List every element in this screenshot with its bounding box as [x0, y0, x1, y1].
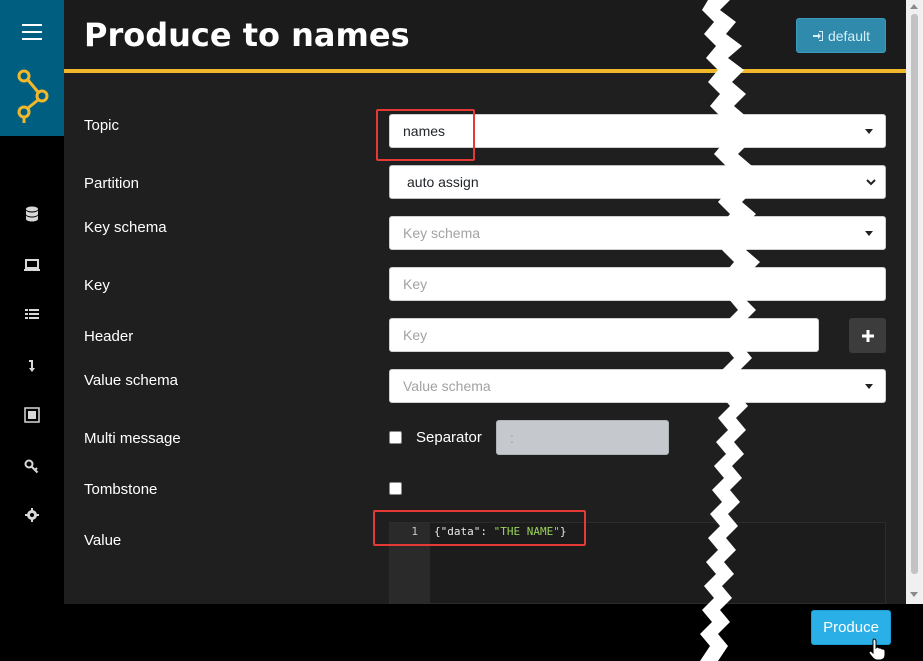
- laptop-icon[interactable]: [22, 256, 42, 276]
- scroll-thumb[interactable]: [911, 14, 918, 574]
- key-input[interactable]: [389, 267, 886, 301]
- hamburger-menu-icon[interactable]: [22, 24, 42, 40]
- sidebar-brand: [0, 0, 64, 136]
- key-label: Key: [84, 277, 110, 294]
- caret-down-icon: [865, 231, 873, 236]
- caret-down-icon: [865, 129, 873, 134]
- value-schema-select[interactable]: Value schema: [389, 369, 886, 403]
- header-label: Header: [84, 328, 134, 345]
- vertical-scrollbar[interactable]: [906, 0, 923, 604]
- key-schema-label: Key schema: [84, 219, 167, 236]
- default-cluster-button[interactable]: default: [796, 18, 886, 53]
- database-icon[interactable]: [22, 205, 42, 225]
- page-title: Produce to names: [84, 16, 410, 54]
- value-schema-placeholder: Value schema: [403, 378, 491, 394]
- chevron-down-icon: [866, 179, 876, 186]
- caret-down-icon: [865, 384, 873, 389]
- schema-icon[interactable]: [22, 405, 42, 425]
- partition-select[interactable]: auto assign: [389, 165, 886, 199]
- add-header-button[interactable]: [849, 318, 886, 353]
- list-icon[interactable]: [22, 305, 42, 325]
- separator-input[interactable]: :: [496, 420, 669, 455]
- key-icon[interactable]: [22, 456, 42, 476]
- topic-highlight-box: [376, 109, 475, 161]
- default-button-label: default: [827, 27, 871, 44]
- multi-message-checkbox[interactable]: [389, 431, 402, 444]
- tombstone-label: Tombstone: [84, 481, 158, 498]
- tombstone-checkbox[interactable]: [389, 482, 402, 495]
- gear-icon[interactable]: [22, 505, 42, 525]
- plus-icon: [861, 329, 874, 342]
- header-key-input[interactable]: [389, 318, 819, 352]
- arrow-down-icon[interactable]: [22, 356, 42, 376]
- value-highlight-box: [373, 510, 586, 546]
- akhq-logo-icon: [17, 69, 49, 123]
- separator-label: Separator: [416, 429, 482, 446]
- value-schema-label: Value schema: [84, 372, 178, 389]
- partition-value: auto assign: [407, 174, 479, 190]
- value-label: Value: [84, 532, 122, 549]
- footer-bar: [0, 604, 923, 661]
- key-schema-placeholder: Key schema: [403, 225, 481, 241]
- separator-value: :: [510, 429, 514, 446]
- multi-message-label: Multi message: [84, 430, 181, 447]
- scroll-down-icon[interactable]: [910, 592, 918, 597]
- sign-in-icon: [812, 30, 823, 41]
- key-schema-select[interactable]: Key schema: [389, 216, 886, 250]
- partition-label: Partition: [84, 175, 140, 192]
- sidebar: [0, 0, 64, 661]
- hand-pointer-icon: [868, 638, 886, 660]
- topic-label: Topic: [84, 117, 120, 134]
- scroll-up-icon[interactable]: [910, 4, 918, 9]
